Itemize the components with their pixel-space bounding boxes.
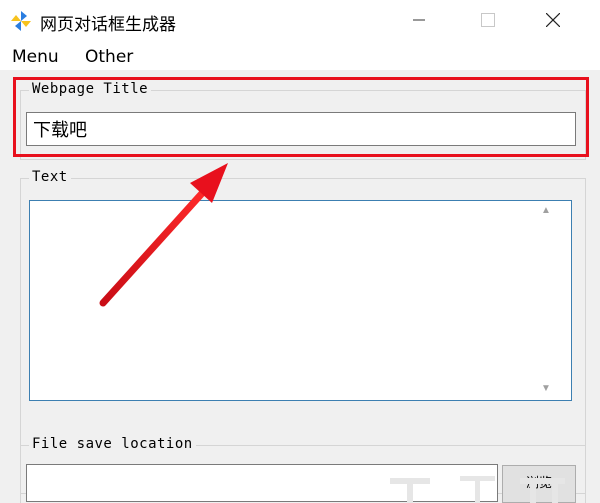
text-area[interactable] (29, 200, 572, 401)
menu-bar: Menu Other (0, 44, 600, 70)
minimize-button[interactable] (396, 0, 442, 40)
close-button[interactable] (530, 0, 576, 40)
menu-item-menu[interactable]: Menu (12, 47, 59, 67)
webpage-title-group: Webpage Title (20, 81, 586, 160)
file-path-input[interactable] (26, 464, 498, 502)
webpage-title-legend: Webpage Title (29, 81, 152, 97)
webpage-title-input[interactable] (26, 112, 576, 146)
browse-button[interactable]: 浏览 (502, 465, 576, 503)
close-icon (546, 13, 560, 27)
file-save-location-group: File save location 浏览 (20, 436, 586, 503)
title-bar: 网页对话框生成器 (0, 0, 600, 44)
minimize-icon (413, 19, 425, 21)
maximize-icon (481, 13, 495, 27)
text-legend: Text (29, 169, 71, 185)
menu-item-other[interactable]: Other (85, 47, 133, 67)
pinwheel-icon (11, 11, 31, 31)
scroll-up-icon[interactable]: ▲ (541, 205, 551, 216)
maximize-button[interactable] (465, 0, 511, 40)
window-title: 网页对话框生成器 (40, 15, 176, 35)
file-save-location-legend: File save location (29, 436, 196, 452)
scroll-down-icon[interactable]: ▼ (541, 383, 551, 394)
client-area: Webpage Title Text ▲ ▼ File save locatio… (0, 70, 600, 503)
